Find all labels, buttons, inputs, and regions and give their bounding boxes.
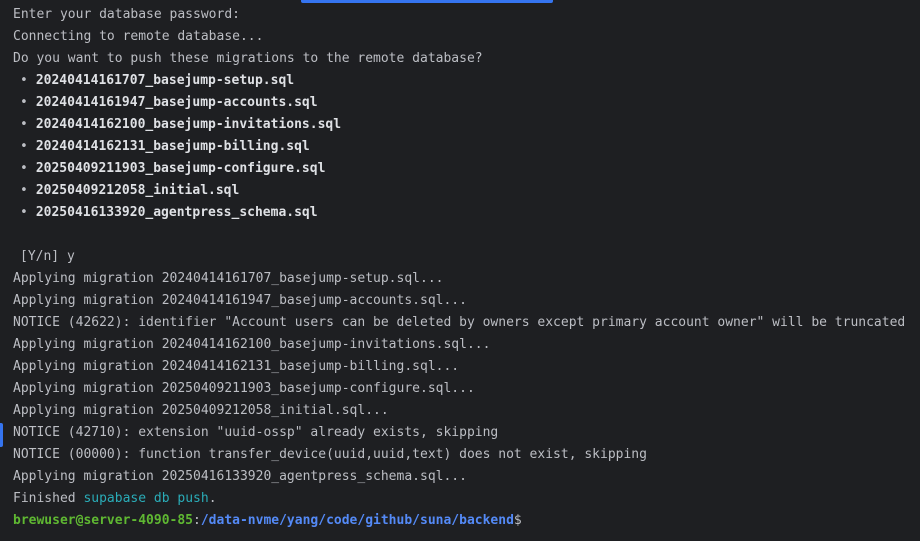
- bullet: •: [20, 117, 28, 132]
- migration-list-item: • 20250409212058_initial.sql: [13, 180, 920, 202]
- terminal-output: Enter your database password: Connecting…: [13, 4, 920, 532]
- migration-list-item: • 20250416133920_agentpress_schema.sql: [13, 202, 920, 224]
- migration-list-item: • 20240414161707_basejump-setup.sql: [13, 70, 920, 92]
- bullet: •: [20, 161, 28, 176]
- notice-line: NOTICE (00000): function transfer_device…: [13, 447, 647, 462]
- terminal-window[interactable]: Enter your database password: Connecting…: [0, 0, 920, 541]
- output-line: Applying migration 20240414161707_baseju…: [13, 271, 444, 286]
- migration-file: 20250416133920_agentpress_schema.sql: [35, 205, 318, 220]
- migration-file: 20250409212058_initial.sql: [35, 183, 240, 198]
- prompt-separator: :: [193, 513, 201, 528]
- finished-line: Finished supabase db push.: [13, 488, 920, 510]
- output-line: Do you want to push these migrations to …: [13, 51, 483, 66]
- bullet: •: [20, 73, 28, 88]
- bullet: •: [20, 139, 28, 154]
- active-tab-indicator: [301, 0, 553, 3]
- finished-prefix: Finished: [13, 491, 84, 506]
- migration-list-item: • 20240414161947_basejump-accounts.sql: [13, 92, 920, 114]
- migration-list-item: • 20240414162131_basejump-billing.sql: [13, 136, 920, 158]
- migration-list-item: • 20240414162100_basejump-invitations.sql: [13, 114, 920, 136]
- migration-file: 20240414162100_basejump-invitations.sql: [35, 117, 342, 132]
- migration-file: 20240414161947_basejump-accounts.sql: [35, 95, 318, 110]
- output-line: Applying migration 20240414162131_baseju…: [13, 359, 460, 374]
- output-line: Applying migration 20240414161947_baseju…: [13, 293, 467, 308]
- prompt-path: /data-nvme/yang/code/github/suna/backend: [200, 513, 514, 528]
- bullet: •: [20, 95, 28, 110]
- confirm-prompt: [Y/n] y: [20, 249, 75, 264]
- gutter-marker: [0, 423, 3, 447]
- notice-line: NOTICE (42622): identifier "Account user…: [13, 315, 906, 330]
- notice-line: NOTICE (42710): extension "uuid-ossp" al…: [13, 425, 499, 440]
- finished-suffix: .: [208, 491, 217, 506]
- output-line: Applying migration 20250409211903_baseju…: [13, 381, 475, 396]
- output-line: Applying migration 20250409212058_initia…: [13, 403, 389, 418]
- migration-list-item: • 20250409211903_basejump-configure.sql: [13, 158, 920, 180]
- prompt-user: brewuser@server-4090-85: [13, 513, 194, 528]
- output-line: Applying migration 20240414162100_baseju…: [13, 337, 491, 352]
- output-line: Applying migration 20250416133920_agentp…: [13, 469, 467, 484]
- prompt-symbol: $: [513, 513, 522, 528]
- output-line: Connecting to remote database...: [13, 29, 264, 44]
- migration-file: 20240414162131_basejump-billing.sql: [35, 139, 310, 154]
- shell-prompt[interactable]: brewuser@server-4090-85:/data-nvme/yang/…: [13, 510, 920, 532]
- migration-file: 20240414161707_basejump-setup.sql: [35, 73, 295, 88]
- bullet: •: [20, 205, 28, 220]
- finished-command: supabase db push: [83, 491, 209, 506]
- migration-file: 20250409211903_basejump-configure.sql: [35, 161, 326, 176]
- bullet: •: [20, 183, 28, 198]
- output-line: Enter your database password:: [13, 7, 240, 22]
